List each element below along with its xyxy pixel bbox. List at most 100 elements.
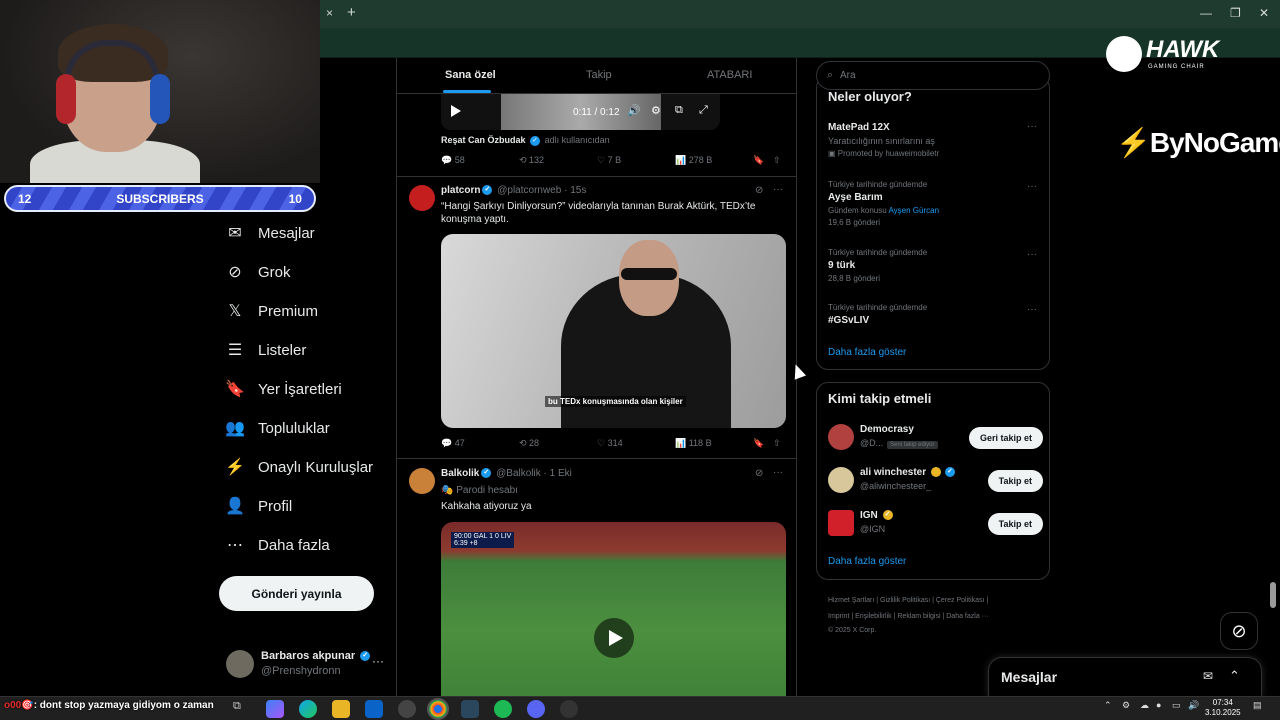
pip-icon[interactable]: ⧉ — [675, 104, 683, 117]
new-tab-button[interactable]: + — [347, 4, 356, 21]
sidebar-item-yer-i-şaretleri[interactable]: 🔖 Yer İşaretleri — [225, 380, 342, 399]
maximize-icon[interactable]: ❐ — [1230, 6, 1241, 20]
share-icon[interactable]: ⇧ — [773, 155, 781, 166]
grok-icon[interactable]: ⊘ — [755, 468, 763, 479]
tab-for-you[interactable]: Sana özel — [445, 69, 496, 81]
trend-item[interactable]: Türkiye tarihinde gündemde #GSvLIV — [828, 303, 927, 326]
more-icon[interactable]: ··· — [773, 184, 783, 195]
notification-icon[interactable]: ▤ — [1253, 700, 1262, 711]
avatar[interactable] — [409, 185, 435, 211]
post-button[interactable]: Gönderi yayınla — [219, 576, 374, 611]
sidebar-item-profil[interactable]: 👤 Profil — [225, 497, 292, 516]
expand-icon[interactable]: ⌃ — [1229, 668, 1240, 684]
avatar[interactable] — [409, 468, 435, 494]
tweet-attribution: Reşat Can Özbudak ✓ adlı kullanıcıdan — [441, 135, 610, 146]
tab-atabari[interactable]: ATABARI — [707, 69, 752, 81]
retweet-button[interactable]: ⟲ 132 — [519, 155, 544, 166]
sidebar-item-onaylı-kuruluşlar[interactable]: ⚡ Onaylı Kuruluşlar — [225, 458, 374, 477]
sidebar-item-premium[interactable]: 𝕏 Premium — [226, 302, 318, 321]
verified-icon: ✓ — [530, 135, 541, 146]
sidebar-item-daha-fazla[interactable]: ⋯ Daha fazla — [226, 536, 330, 555]
volume-icon[interactable]: 🔊 — [627, 104, 641, 117]
grok-icon[interactable]: ⊘ — [755, 185, 763, 196]
tweet-video[interactable]: 90:00 GAL 1 0 LIV 6:39 +8 — [441, 522, 786, 700]
app-icon[interactable] — [398, 700, 416, 718]
file-explorer-icon[interactable] — [332, 700, 350, 718]
new-message-icon[interactable]: ✉ — [1203, 669, 1213, 683]
attribution-name[interactable]: Reşat Can Özbudak — [441, 135, 526, 145]
volume-icon[interactable]: 🔊 — [1188, 700, 1199, 711]
edge-icon[interactable] — [299, 700, 317, 718]
more-icon[interactable]: ··· — [1027, 121, 1037, 132]
follow-button[interactable]: Takip et — [987, 470, 1043, 492]
tab-following[interactable]: Takip — [586, 69, 612, 81]
share-icon[interactable]: ⇧ — [773, 438, 781, 449]
fullscreen-icon[interactable]: ⤢ — [699, 104, 708, 117]
tray-icon[interactable]: ● — [1156, 700, 1161, 710]
show-more-link[interactable]: Daha fazla göster — [828, 347, 906, 358]
reply-button[interactable]: 💬 47 — [441, 438, 465, 449]
play-icon[interactable] — [451, 105, 461, 117]
like-button[interactable]: ♡ 7 B — [597, 155, 621, 166]
sidebar-item-listeler[interactable]: ☰ Listeler — [226, 341, 307, 360]
account-switcher[interactable]: Barbaros akpunar ✓ @Prenshydronn ··· — [226, 648, 386, 682]
bookmark-icon[interactable]: 🔖 — [753, 155, 764, 166]
follow-suggestion[interactable]: Democrasy @D... Seni takip ediyor Geri ta… — [828, 422, 1043, 454]
search-input[interactable]: ⌕ Ara — [816, 61, 1050, 90]
tray-icon[interactable]: ☁ — [1140, 700, 1149, 711]
footer-line[interactable]: Hizmet Şartları | Gizlilik Politikası | … — [828, 593, 1038, 609]
like-button[interactable]: ♡ 314 — [597, 438, 623, 449]
follow-button[interactable]: Takip et — [987, 513, 1043, 535]
tweet-author[interactable]: Balkolik ✓ @Balkolik · 1 Eki — [441, 468, 572, 479]
obs-icon[interactable] — [560, 700, 578, 718]
discord-icon[interactable] — [527, 700, 545, 718]
system-clock[interactable]: 07:34 3.10.2025 — [1205, 698, 1241, 718]
bookmark-icon[interactable]: 🔖 — [753, 438, 764, 449]
more-icon[interactable]: ··· — [1027, 249, 1037, 260]
tweet-author[interactable]: platcorn ✓ @platcornweb · 15s — [441, 185, 586, 196]
outlook-icon[interactable] — [365, 700, 383, 718]
network-icon[interactable]: ▭ — [1172, 700, 1181, 711]
tray-chevron-icon[interactable]: ⌃ — [1104, 700, 1112, 711]
grok-button[interactable]: ⊘ — [1220, 612, 1258, 650]
scrollbar[interactable] — [1270, 582, 1276, 608]
tray-icon[interactable]: ⚙ — [1122, 700, 1130, 711]
close-window-icon[interactable]: ✕ — [1259, 6, 1269, 20]
footer-links: Hizmet Şartları | Gizlilik Politikası | … — [828, 593, 1038, 637]
more-icon[interactable]: ··· — [1027, 181, 1037, 192]
play-icon[interactable] — [594, 618, 634, 658]
chrome-icon[interactable] — [427, 698, 449, 720]
more-icon[interactable]: ··· — [1027, 304, 1037, 315]
show-more-link[interactable]: Daha fazla göster — [828, 556, 906, 567]
spotify-icon[interactable] — [494, 700, 512, 718]
tweet-image[interactable]: bu TEDx konuşmasında olan kişiler — [441, 234, 786, 428]
settings-icon[interactable]: ⚙ — [651, 104, 661, 117]
retweet-button[interactable]: ⟲ 28 — [519, 438, 539, 449]
follow-suggestion[interactable]: IGN ✓ @IGN Takip et — [828, 508, 1043, 540]
sidebar-item-grok[interactable]: ⊘ Grok — [226, 263, 290, 282]
steam-icon[interactable] — [461, 700, 479, 718]
promoted-trend[interactable]: MatePad 12X Yaratıcılığının sınırlarını … — [828, 122, 939, 158]
webcam-overlay — [0, 0, 320, 183]
follow-suggestion[interactable]: ali winchester ✓ @aliwinchesteer_ Takip … — [828, 465, 1043, 497]
footer-line[interactable]: Imprint | Erişilebilirlik | Reklam bilgi… — [828, 609, 1038, 625]
task-view-icon[interactable]: ⧉ — [233, 700, 251, 718]
sidebar-item-label: Onaylı Kuruluşlar — [258, 458, 374, 476]
follow-back-button[interactable]: Geri takip et — [968, 427, 1043, 449]
sidebar-item-mesajlar[interactable]: ✉ Mesajlar — [226, 224, 314, 243]
views-count[interactable]: 📊 118 B — [675, 438, 712, 449]
more-icon[interactable]: ··· — [372, 654, 384, 668]
views-count[interactable]: 📊 278 B — [675, 155, 712, 166]
reply-button[interactable]: 💬 58 — [441, 155, 465, 166]
sidebar-item-topluluklar[interactable]: 👥 Topluluklar — [225, 419, 330, 438]
copilot-icon[interactable] — [266, 700, 284, 718]
close-tab-icon[interactable]: × — [326, 6, 333, 20]
divider — [397, 458, 796, 459]
more-icon[interactable]: ··· — [773, 467, 783, 478]
messages-drawer[interactable]: Mesajlar ✉ ⌃ — [988, 657, 1262, 697]
trend-item[interactable]: Türkiye tarihinde gündemde 9 türk 28,8 B… — [828, 248, 927, 283]
minimize-icon[interactable]: — — [1200, 6, 1212, 20]
trends-panel: Neler oluyor? MatePad 12X Yaratıcılığını… — [816, 76, 1050, 370]
video-player-controls[interactable]: 0:11 / 0:12 🔊 ⚙ ⧉ ⤢ — [441, 94, 720, 130]
trend-item[interactable]: Türkiye tarihinde gündemde Ayşe Barım Gü… — [828, 180, 939, 227]
